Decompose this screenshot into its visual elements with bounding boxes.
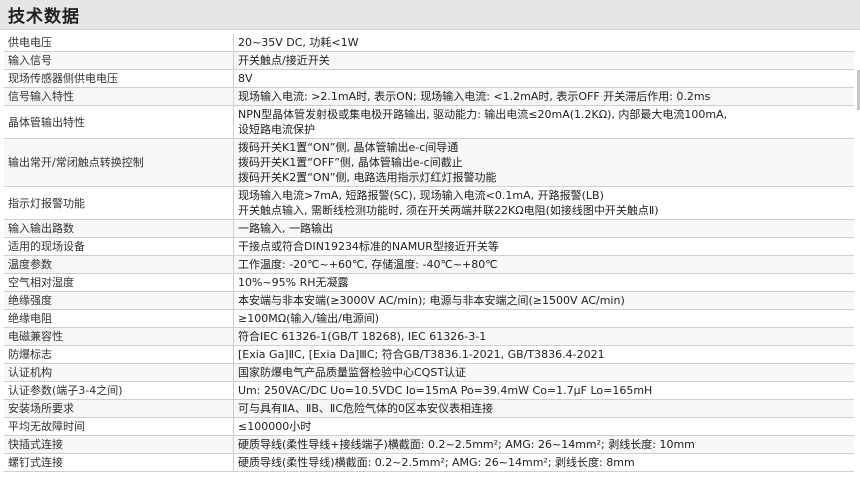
table-row: 指示灯报警功能 现场输入电流>7mA, 短路报警(SC), 现场输入电流<0.1m… <box>4 186 854 220</box>
spec-key: 快插式连接 <box>4 435 234 454</box>
table-row: 平均无故障时间 ≤100000小时 <box>4 417 854 436</box>
spec-value-line: [Exia Ga]ⅡC, [Exia Da]ⅢC; 符合GB/T3836.1-2… <box>238 348 605 361</box>
table-row: 电磁兼容性 符合IEC 61326-1(GB/T 18268), IEC 6132… <box>4 327 854 346</box>
spec-key: 晶体管输出特性 <box>4 105 234 139</box>
spec-value-line: 10%~95% RH无凝露 <box>238 276 349 289</box>
spec-key: 供电电压 <box>4 34 234 52</box>
table-row: 适用的现场设备 干接点或符合DIN19234标准的NAMUR型接近开关等 <box>4 237 854 256</box>
spec-value-line: 拨码开关K1置“OFF”侧, 晶体管输出e-c间截止 <box>238 156 463 169</box>
section-title: 技术数据 <box>8 7 80 27</box>
spec-value: 国家防爆电气产品质量监督检验中心CQST认证 <box>233 363 854 382</box>
spec-key: 输入信号 <box>4 51 234 70</box>
spec-value: 工作温度: -20℃~+60℃, 存储温度: -40℃~+80℃ <box>233 255 854 274</box>
spec-value: 拨码开关K1置“ON”侧, 晶体管输出e-c间导通 拨码开关K1置“OFF”侧, … <box>233 138 854 187</box>
spec-key: 螺钉式连接 <box>4 453 234 472</box>
spec-value-line: ≤100000小时 <box>238 420 312 433</box>
table-row: 安装场所要求 可与具有ⅡA、ⅡB、ⅡC危险气体的0区本安仪表相连接 <box>4 399 854 418</box>
spec-value: 现场输入电流>7mA, 短路报警(SC), 现场输入电流<0.1mA, 开路报警… <box>233 186 854 220</box>
spec-table: 供电电压 20~35V DC, 功耗<1W 输入信号 开关触点/接近开关 现场传感器侧供… <box>4 34 854 472</box>
spec-value: 硬质导线(柔性导线+接线端子)横截面: 0.2~2.5mm²; AMG: 26~… <box>233 435 854 454</box>
spec-value-line: 国家防爆电气产品质量监督检验中心CQST认证 <box>238 366 467 379</box>
table-row: 螺钉式连接 硬质导线(柔性导线)横截面: 0.2~2.5mm²; AMG: 26~… <box>4 453 854 472</box>
spec-value: NPN型晶体管发射极或集电极开路输出, 驱动能力: 输出电流≤20mA(1.2K… <box>233 105 854 139</box>
table-row: 快插式连接 硬质导线(柔性导线+接线端子)横截面: 0.2~2.5mm²; AMG… <box>4 435 854 454</box>
spec-value-line: 本安端与非本安端(≥3000V AC/min); 电源与非本安端之间(≥1500… <box>238 294 625 307</box>
table-row: 输入信号 开关触点/接近开关 <box>4 51 854 70</box>
spec-value: Um: 250VAC/DC Uo=10.5VDC Io=15mA Po=39.4… <box>233 381 854 400</box>
spec-value: ≥100MΩ(输入/输出/电源间) <box>233 309 854 328</box>
spec-key: 空气相对湿度 <box>4 273 234 292</box>
spec-value-line: 工作温度: -20℃~+60℃, 存储温度: -40℃~+80℃ <box>238 258 498 271</box>
spec-key: 温度参数 <box>4 255 234 274</box>
spec-value-line: Um: 250VAC/DC Uo=10.5VDC Io=15mA Po=39.4… <box>238 384 653 397</box>
spec-table-body: 供电电压 20~35V DC, 功耗<1W 输入信号 开关触点/接近开关 现场传感器侧供… <box>4 34 854 472</box>
table-row: 信号输入特性 现场输入电流: >2.1mA时, 表示ON; 现场输入电流: <1.… <box>4 87 854 106</box>
spec-value: 现场输入电流: >2.1mA时, 表示ON; 现场输入电流: <1.2mA时, … <box>233 87 854 106</box>
spec-key: 输入输出路数 <box>4 219 234 238</box>
spec-value-line: 拨码开关K1置“ON”侧, 晶体管输出e-c间导通 <box>238 141 459 154</box>
spec-key: 平均无故障时间 <box>4 417 234 436</box>
section-header: 技术数据 <box>0 0 860 30</box>
spec-key: 绝缘电阻 <box>4 309 234 328</box>
spec-value-line: NPN型晶体管发射极或集电极开路输出, 驱动能力: 输出电流≤20mA(1.2K… <box>238 108 728 121</box>
spec-value: 本安端与非本安端(≥3000V AC/min); 电源与非本安端之间(≥1500… <box>233 291 854 310</box>
table-row: 供电电压 20~35V DC, 功耗<1W <box>4 34 854 52</box>
spec-value-line: 现场输入电流>7mA, 短路报警(SC), 现场输入电流<0.1mA, 开路报警… <box>238 189 604 202</box>
spec-value: 硬质导线(柔性导线)横截面: 0.2~2.5mm²; AMG: 26~14mm²… <box>233 453 854 472</box>
spec-value-line: 硬质导线(柔性导线)横截面: 0.2~2.5mm²; AMG: 26~14mm²… <box>238 456 635 469</box>
table-row: 绝缘强度 本安端与非本安端(≥3000V AC/min); 电源与非本安端之间(≥… <box>4 291 854 310</box>
spec-key: 输出常开/常闭触点转换控制 <box>4 138 234 187</box>
spec-value-line: 可与具有ⅡA、ⅡB、ⅡC危险气体的0区本安仪表相连接 <box>238 402 493 415</box>
spec-value: 一路输入, 一路输出 <box>233 219 854 238</box>
table-row: 认证机构 国家防爆电气产品质量监督检验中心CQST认证 <box>4 363 854 382</box>
table-row: 输出常开/常闭触点转换控制 拨码开关K1置“ON”侧, 晶体管输出e-c间导通 拨码… <box>4 138 854 187</box>
spec-key: 防爆标志 <box>4 345 234 364</box>
spec-value-line: 20~35V DC, 功耗<1W <box>238 36 359 49</box>
spec-key: 信号输入特性 <box>4 87 234 106</box>
spec-key: 指示灯报警功能 <box>4 186 234 220</box>
table-row: 温度参数 工作温度: -20℃~+60℃, 存储温度: -40℃~+80℃ <box>4 255 854 274</box>
spec-key: 现场传感器侧供电电压 <box>4 69 234 88</box>
spec-value: [Exia Ga]ⅡC, [Exia Da]ⅢC; 符合GB/T3836.1-2… <box>233 345 854 364</box>
spec-key: 电磁兼容性 <box>4 327 234 346</box>
spec-value-line: 硬质导线(柔性导线+接线端子)横截面: 0.2~2.5mm²; AMG: 26~… <box>238 438 695 451</box>
spec-value-line: 8V <box>238 72 253 85</box>
spec-value: 符合IEC 61326-1(GB/T 18268), IEC 61326-3-1 <box>233 327 854 346</box>
spec-value: 20~35V DC, 功耗<1W <box>233 34 854 52</box>
spec-key: 适用的现场设备 <box>4 237 234 256</box>
spec-key: 绝缘强度 <box>4 291 234 310</box>
table-row: 认证参数(端子3-4之间) Um: 250VAC/DC Uo=10.5VDC Io… <box>4 381 854 400</box>
spec-value: 干接点或符合DIN19234标准的NAMUR型接近开关等 <box>233 237 854 256</box>
spec-value: 开关触点/接近开关 <box>233 51 854 70</box>
table-row: 防爆标志 [Exia Ga]ⅡC, [Exia Da]ⅢC; 符合GB/T3836… <box>4 345 854 364</box>
table-row: 空气相对湿度 10%~95% RH无凝露 <box>4 273 854 292</box>
spec-value-line: 开关触点/接近开关 <box>238 54 330 67</box>
spec-value: 可与具有ⅡA、ⅡB、ⅡC危险气体的0区本安仪表相连接 <box>233 399 854 418</box>
spec-value-line: 现场输入电流: >2.1mA时, 表示ON; 现场输入电流: <1.2mA时, … <box>238 90 711 103</box>
spec-value-line: 干接点或符合DIN19234标准的NAMUR型接近开关等 <box>238 240 499 253</box>
spec-value-line: 拨码开关K2置“ON”侧, 电路选用指示灯红灯报警功能 <box>238 171 497 184</box>
spec-value-line: 设短路电流保护 <box>238 123 315 136</box>
spec-value-line: 开关触点输入, 需断线检测功能时, 须在开关两端并联22KΩ电阻(如接线图中开关… <box>238 204 659 217</box>
spec-value-line: ≥100MΩ(输入/输出/电源间) <box>238 312 380 325</box>
spec-value-line: 符合IEC 61326-1(GB/T 18268), IEC 61326-3-1 <box>238 330 487 343</box>
table-row: 输入输出路数 一路输入, 一路输出 <box>4 219 854 238</box>
spec-key: 认证机构 <box>4 363 234 382</box>
spec-value: ≤100000小时 <box>233 417 854 436</box>
table-row: 绝缘电阻 ≥100MΩ(输入/输出/电源间) <box>4 309 854 328</box>
spec-value: 10%~95% RH无凝露 <box>233 273 854 292</box>
spec-value: 8V <box>233 69 854 88</box>
spec-value-line: 一路输入, 一路输出 <box>238 222 333 235</box>
table-row: 晶体管输出特性 NPN型晶体管发射极或集电极开路输出, 驱动能力: 输出电流≤20… <box>4 105 854 139</box>
spec-key: 认证参数(端子3-4之间) <box>4 381 234 400</box>
table-row: 现场传感器侧供电电压 8V <box>4 69 854 88</box>
spec-key: 安装场所要求 <box>4 399 234 418</box>
